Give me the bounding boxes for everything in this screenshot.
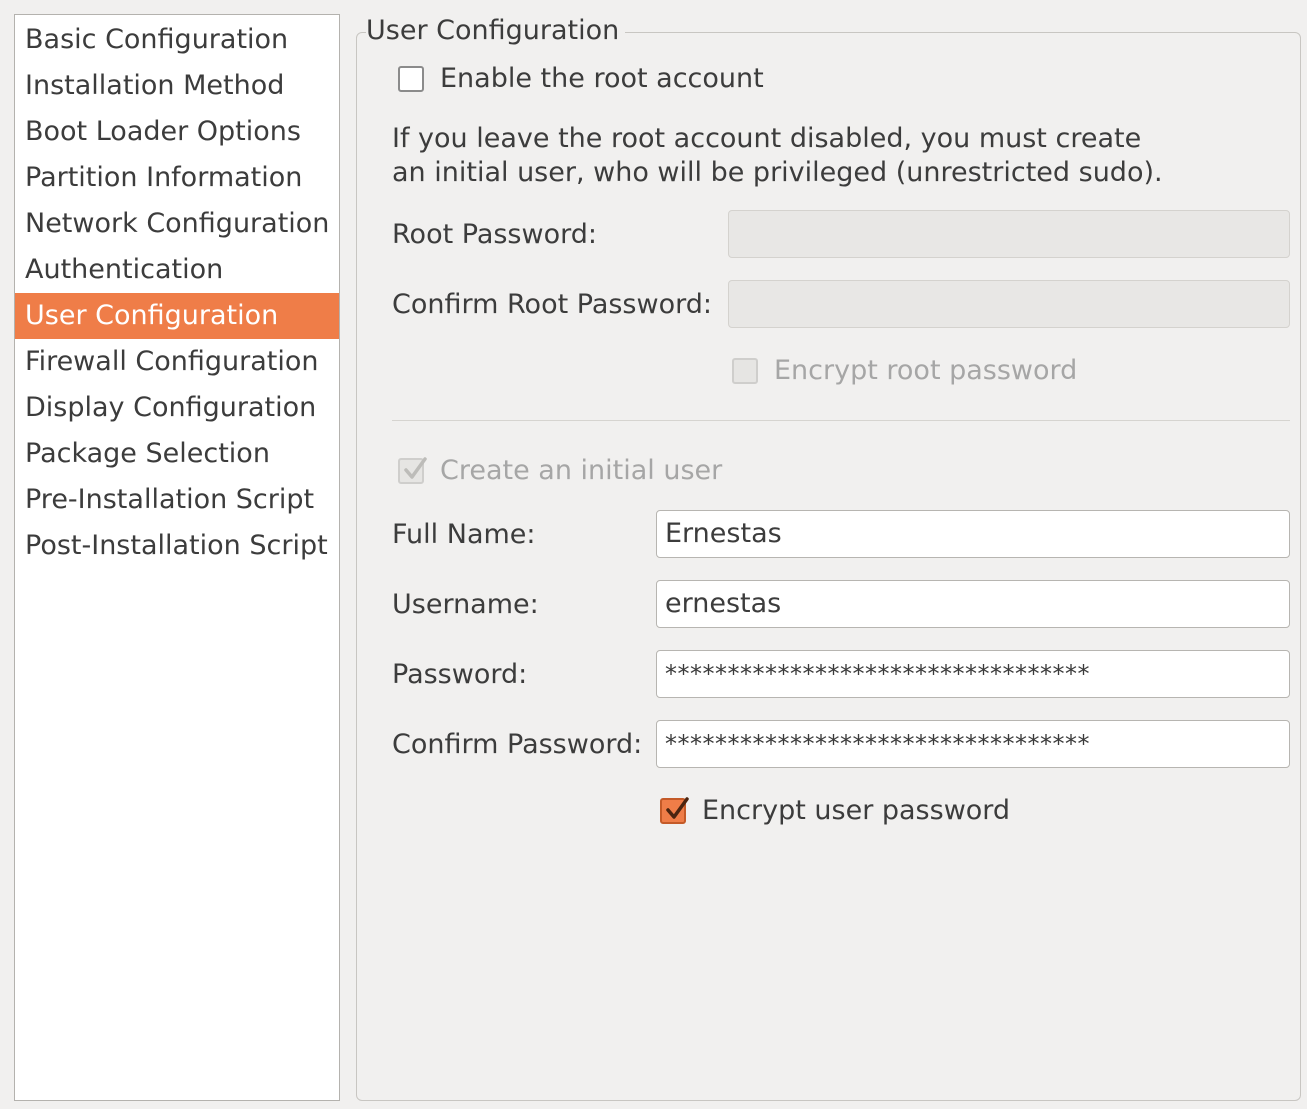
password-masked-value: ********************************** <box>665 660 1090 688</box>
password-field[interactable]: ********************************** <box>656 650 1290 698</box>
section-separator <box>392 420 1290 421</box>
confirm-root-password-label: Confirm Root Password: <box>392 289 712 320</box>
info-text-line-1: If you leave the root account disabled, … <box>392 123 1142 154</box>
full-name-label: Full Name: <box>392 519 536 550</box>
sidebar-item-network-configuration[interactable]: Network Configuration <box>15 201 339 247</box>
enable-root-checkbox[interactable] <box>398 66 424 92</box>
confirm-password-label: Confirm Password: <box>392 729 643 760</box>
encrypt-user-checkbox[interactable] <box>660 797 689 824</box>
username-label: Username: <box>392 589 539 620</box>
sidebar-list: Basic Configuration Installation Method … <box>14 14 340 1101</box>
sidebar-item-partition-information[interactable]: Partition Information <box>15 155 339 201</box>
encrypt-user-label[interactable]: Encrypt user password <box>702 794 1010 828</box>
sidebar-item-pre-installation-script[interactable]: Pre-Installation Script <box>15 477 339 523</box>
sidebar-item-post-installation-script[interactable]: Post-Installation Script <box>15 523 339 569</box>
user-configuration-frame <box>356 32 1301 1101</box>
password-label: Password: <box>392 659 528 690</box>
sidebar-item-authentication[interactable]: Authentication <box>15 247 339 293</box>
root-password-label: Root Password: <box>392 219 597 250</box>
sidebar-item-firewall-configuration[interactable]: Firewall Configuration <box>15 339 339 385</box>
sidebar-item-package-selection[interactable]: Package Selection <box>15 431 339 477</box>
encrypt-root-label[interactable]: Encrypt root password <box>774 354 1077 388</box>
confirm-password-field[interactable]: ********************************** <box>656 720 1290 768</box>
sidebar-item-basic-configuration[interactable]: Basic Configuration <box>15 17 339 63</box>
sidebar-item-boot-loader-options[interactable]: Boot Loader Options <box>15 109 339 155</box>
create-user-checkbox[interactable] <box>398 457 427 484</box>
enable-root-label[interactable]: Enable the root account <box>440 62 764 96</box>
info-text-line-2: an initial user, who will be privileged … <box>392 157 1163 188</box>
confirm-root-password-field[interactable] <box>728 280 1290 328</box>
full-name-field[interactable]: Ernestas <box>656 510 1290 558</box>
create-user-label[interactable]: Create an initial user <box>440 454 722 488</box>
sidebar-item-display-configuration[interactable]: Display Configuration <box>15 385 339 431</box>
encrypt-root-checkbox[interactable] <box>732 358 758 384</box>
sidebar-item-user-configuration[interactable]: User Configuration <box>15 293 339 339</box>
confirm-password-masked-value: ********************************** <box>665 730 1090 758</box>
frame-title: User Configuration <box>366 14 626 48</box>
checkmark-icon <box>666 797 689 819</box>
checkmark-icon <box>404 457 427 479</box>
username-field[interactable]: ernestas <box>656 580 1290 628</box>
sidebar-item-installation-method[interactable]: Installation Method <box>15 63 339 109</box>
root-password-field[interactable] <box>728 210 1290 258</box>
